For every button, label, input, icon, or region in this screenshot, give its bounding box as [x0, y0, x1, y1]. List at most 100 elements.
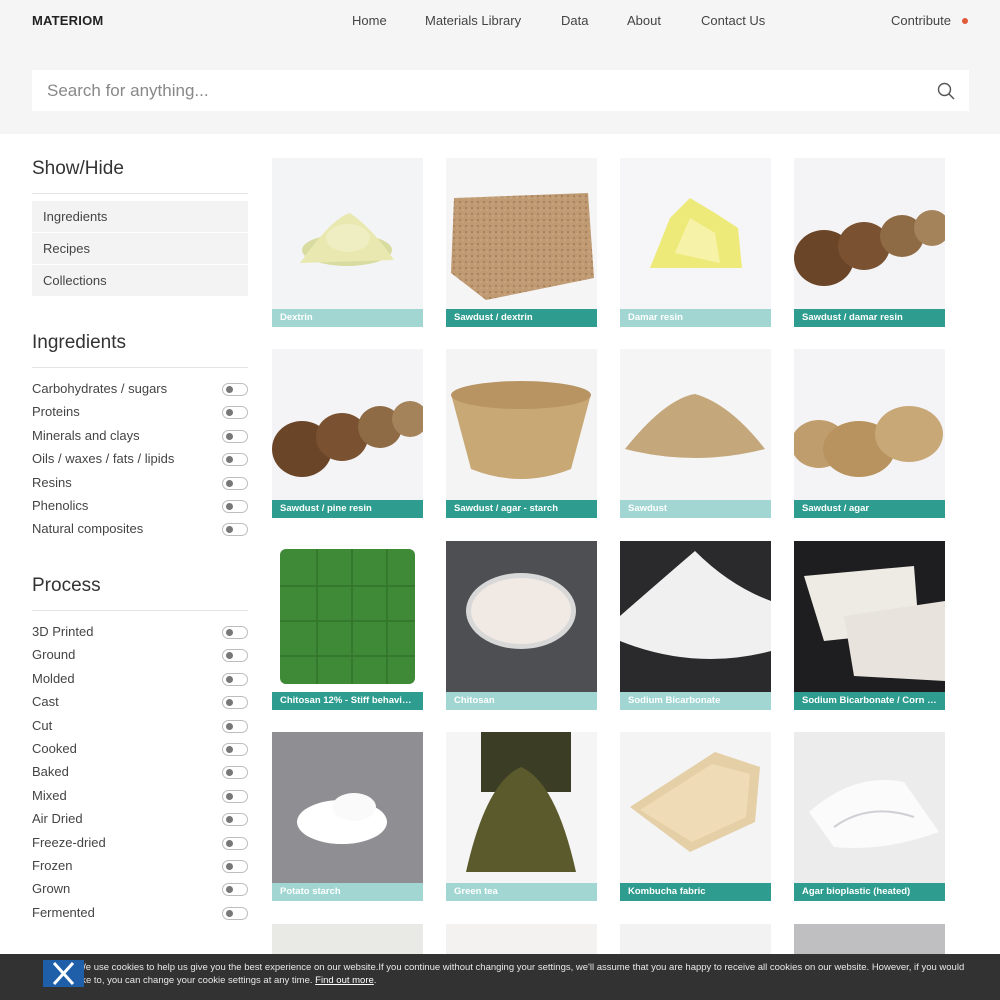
material-image[interactable] [272, 924, 423, 954]
material-label: Green tea [446, 883, 597, 901]
toggle-switch-proteins[interactable] [222, 406, 248, 420]
close-icon [52, 961, 75, 986]
material-card[interactable]: Sawdust [620, 349, 771, 519]
toggle-switch-phenolics[interactable] [222, 499, 248, 513]
material-card[interactable]: Sodium Bicarbonate / Corn Starch [794, 541, 945, 711]
process-filter-label: Baked [32, 764, 69, 780]
ingredients-filter-row: Resins [32, 471, 248, 494]
toggle-switch-freeze-dried[interactable] [222, 836, 248, 850]
process-filter-label: Air Dried [32, 811, 83, 827]
toggle-switch-ground[interactable] [222, 649, 248, 663]
material-image[interactable] [446, 924, 597, 954]
search-input[interactable] [32, 70, 927, 111]
toggle-switch-mixed[interactable] [222, 789, 248, 803]
toggle-switch-cut[interactable] [222, 719, 248, 733]
toggle-switch-carbohydrates-sugars[interactable] [222, 383, 248, 396]
ingredients-filter-label: Minerals and clays [32, 427, 140, 443]
process-filter-row: Freeze-dried [32, 831, 248, 854]
process-filter-label: Molded [32, 670, 75, 686]
toggle-switch-cooked[interactable] [222, 742, 248, 756]
process-filter-label: Cut [32, 717, 53, 733]
process-filter-row: 3D Printed [32, 620, 248, 643]
showhide-recipes[interactable]: Recipes [32, 233, 248, 264]
search-bar [32, 70, 969, 111]
cookie-banner: We use cookies to help us give you the b… [0, 954, 1000, 1000]
material-image [272, 732, 423, 883]
nav-data[interactable]: Data [561, 13, 588, 28]
nav-contact-us[interactable]: Contact Us [701, 13, 765, 28]
material-card[interactable]: Damar resin [620, 158, 771, 328]
showhide-ingredients[interactable]: Ingredients [32, 201, 248, 232]
toggle-switch-oils-waxes-fats-lipids[interactable] [222, 453, 248, 467]
nav-materials-library[interactable]: Materials Library [425, 13, 521, 28]
toggle-switch-baked[interactable] [222, 766, 248, 780]
ingredients-filter-row: Natural composites [32, 517, 248, 540]
material-label: Sawdust / dextrin [446, 309, 597, 327]
material-image [620, 349, 771, 500]
toggle-switch-molded[interactable] [222, 672, 248, 686]
material-label: Sodium Bicarbonate / Corn Starch [794, 692, 945, 710]
material-card[interactable]: Agar bioplastic (heated) [794, 732, 945, 902]
material-card[interactable]: Chitosan [446, 541, 597, 711]
material-label: Kombucha fabric [620, 883, 771, 901]
process-filter-row: Grown [32, 877, 248, 900]
showhide-collections[interactable]: Collections [32, 265, 248, 296]
material-card[interactable]: Sawdust / pine resin [272, 349, 423, 519]
process-filter-row: Cooked [32, 737, 248, 760]
toggle-switch-cast[interactable] [222, 696, 248, 710]
search-icon[interactable] [937, 82, 955, 100]
material-image [272, 349, 423, 500]
toggle-switch-resins[interactable] [222, 476, 248, 490]
material-image [446, 158, 597, 309]
material-label: Damar resin [620, 309, 771, 327]
process-filter-section: Process 3D Printed Ground Molded Cast Cut Coo… [32, 575, 248, 924]
material-label: Sawdust / agar - starch [446, 500, 597, 518]
material-image [272, 158, 423, 309]
material-label: Sawdust / damar resin [794, 309, 945, 327]
toggle-switch-natural-composites[interactable] [222, 523, 248, 537]
material-card[interactable]: Sawdust / dextrin [446, 158, 597, 328]
ingredients-filter-section: Ingredients Carbohydrates / sugars Protei… [32, 332, 248, 541]
notification-dot [962, 17, 968, 24]
toggle-switch-frozen[interactable] [222, 859, 248, 873]
contribute-link[interactable]: Contribute [891, 13, 968, 28]
toggle-switch-3d-printed[interactable] [222, 626, 248, 639]
ingredients-filter-row: Phenolics [32, 494, 248, 517]
process-filter-label: Fermented [32, 904, 95, 920]
toggle-switch-grown[interactable] [222, 883, 248, 897]
material-label: Potato starch [272, 883, 423, 901]
material-card[interactable]: Sawdust / damar resin [794, 158, 945, 328]
ingredients-filter-label: Natural composites [32, 521, 144, 537]
contribute-label: Contribute [891, 13, 951, 28]
material-card[interactable]: Kombucha fabric [620, 732, 771, 902]
cookie-close-button[interactable] [43, 960, 84, 987]
nav-about[interactable]: About [627, 13, 661, 28]
toggle-switch-air-dried[interactable] [222, 813, 248, 827]
process-filter-label: Ground [32, 647, 76, 663]
process-filter-row: Air Dried [32, 807, 248, 830]
toggle-switch-minerals-and-clays[interactable] [222, 429, 248, 443]
ingredients-filter-label: Phenolics [32, 497, 89, 513]
material-image[interactable] [620, 924, 771, 954]
showhide-section: Show/Hide Ingredients Recipes Collection… [32, 158, 248, 297]
material-card[interactable]: Sawdust / agar - starch [446, 349, 597, 519]
process-filter-row: Cast [32, 690, 248, 713]
toggle-switch-fermented[interactable] [222, 906, 248, 920]
material-image[interactable] [794, 924, 945, 954]
ingredients-filter-row: Proteins [32, 400, 248, 423]
process-filter-label: Frozen [32, 857, 73, 873]
material-card[interactable]: Sawdust / agar [794, 349, 945, 519]
material-card[interactable]: Chitosan 12% - Stiff behaviour [272, 541, 423, 711]
process-filter-title: Process [32, 575, 248, 611]
material-card[interactable]: Green tea [446, 732, 597, 902]
cookie-message: We use cookies to help us give you the b… [77, 962, 965, 986]
material-card[interactable]: Potato starch [272, 732, 423, 902]
material-label: Sodium Bicarbonate [620, 692, 771, 710]
material-image [272, 541, 423, 692]
material-label: Sawdust / pine resin [272, 500, 423, 518]
cookie-find-out-more-link[interactable]: Find out more [315, 975, 374, 986]
material-card[interactable]: Sodium Bicarbonate [620, 541, 771, 711]
material-label: Chitosan [446, 692, 597, 710]
material-card[interactable]: Dextrin [272, 158, 423, 328]
nav-home[interactable]: Home [352, 13, 387, 28]
